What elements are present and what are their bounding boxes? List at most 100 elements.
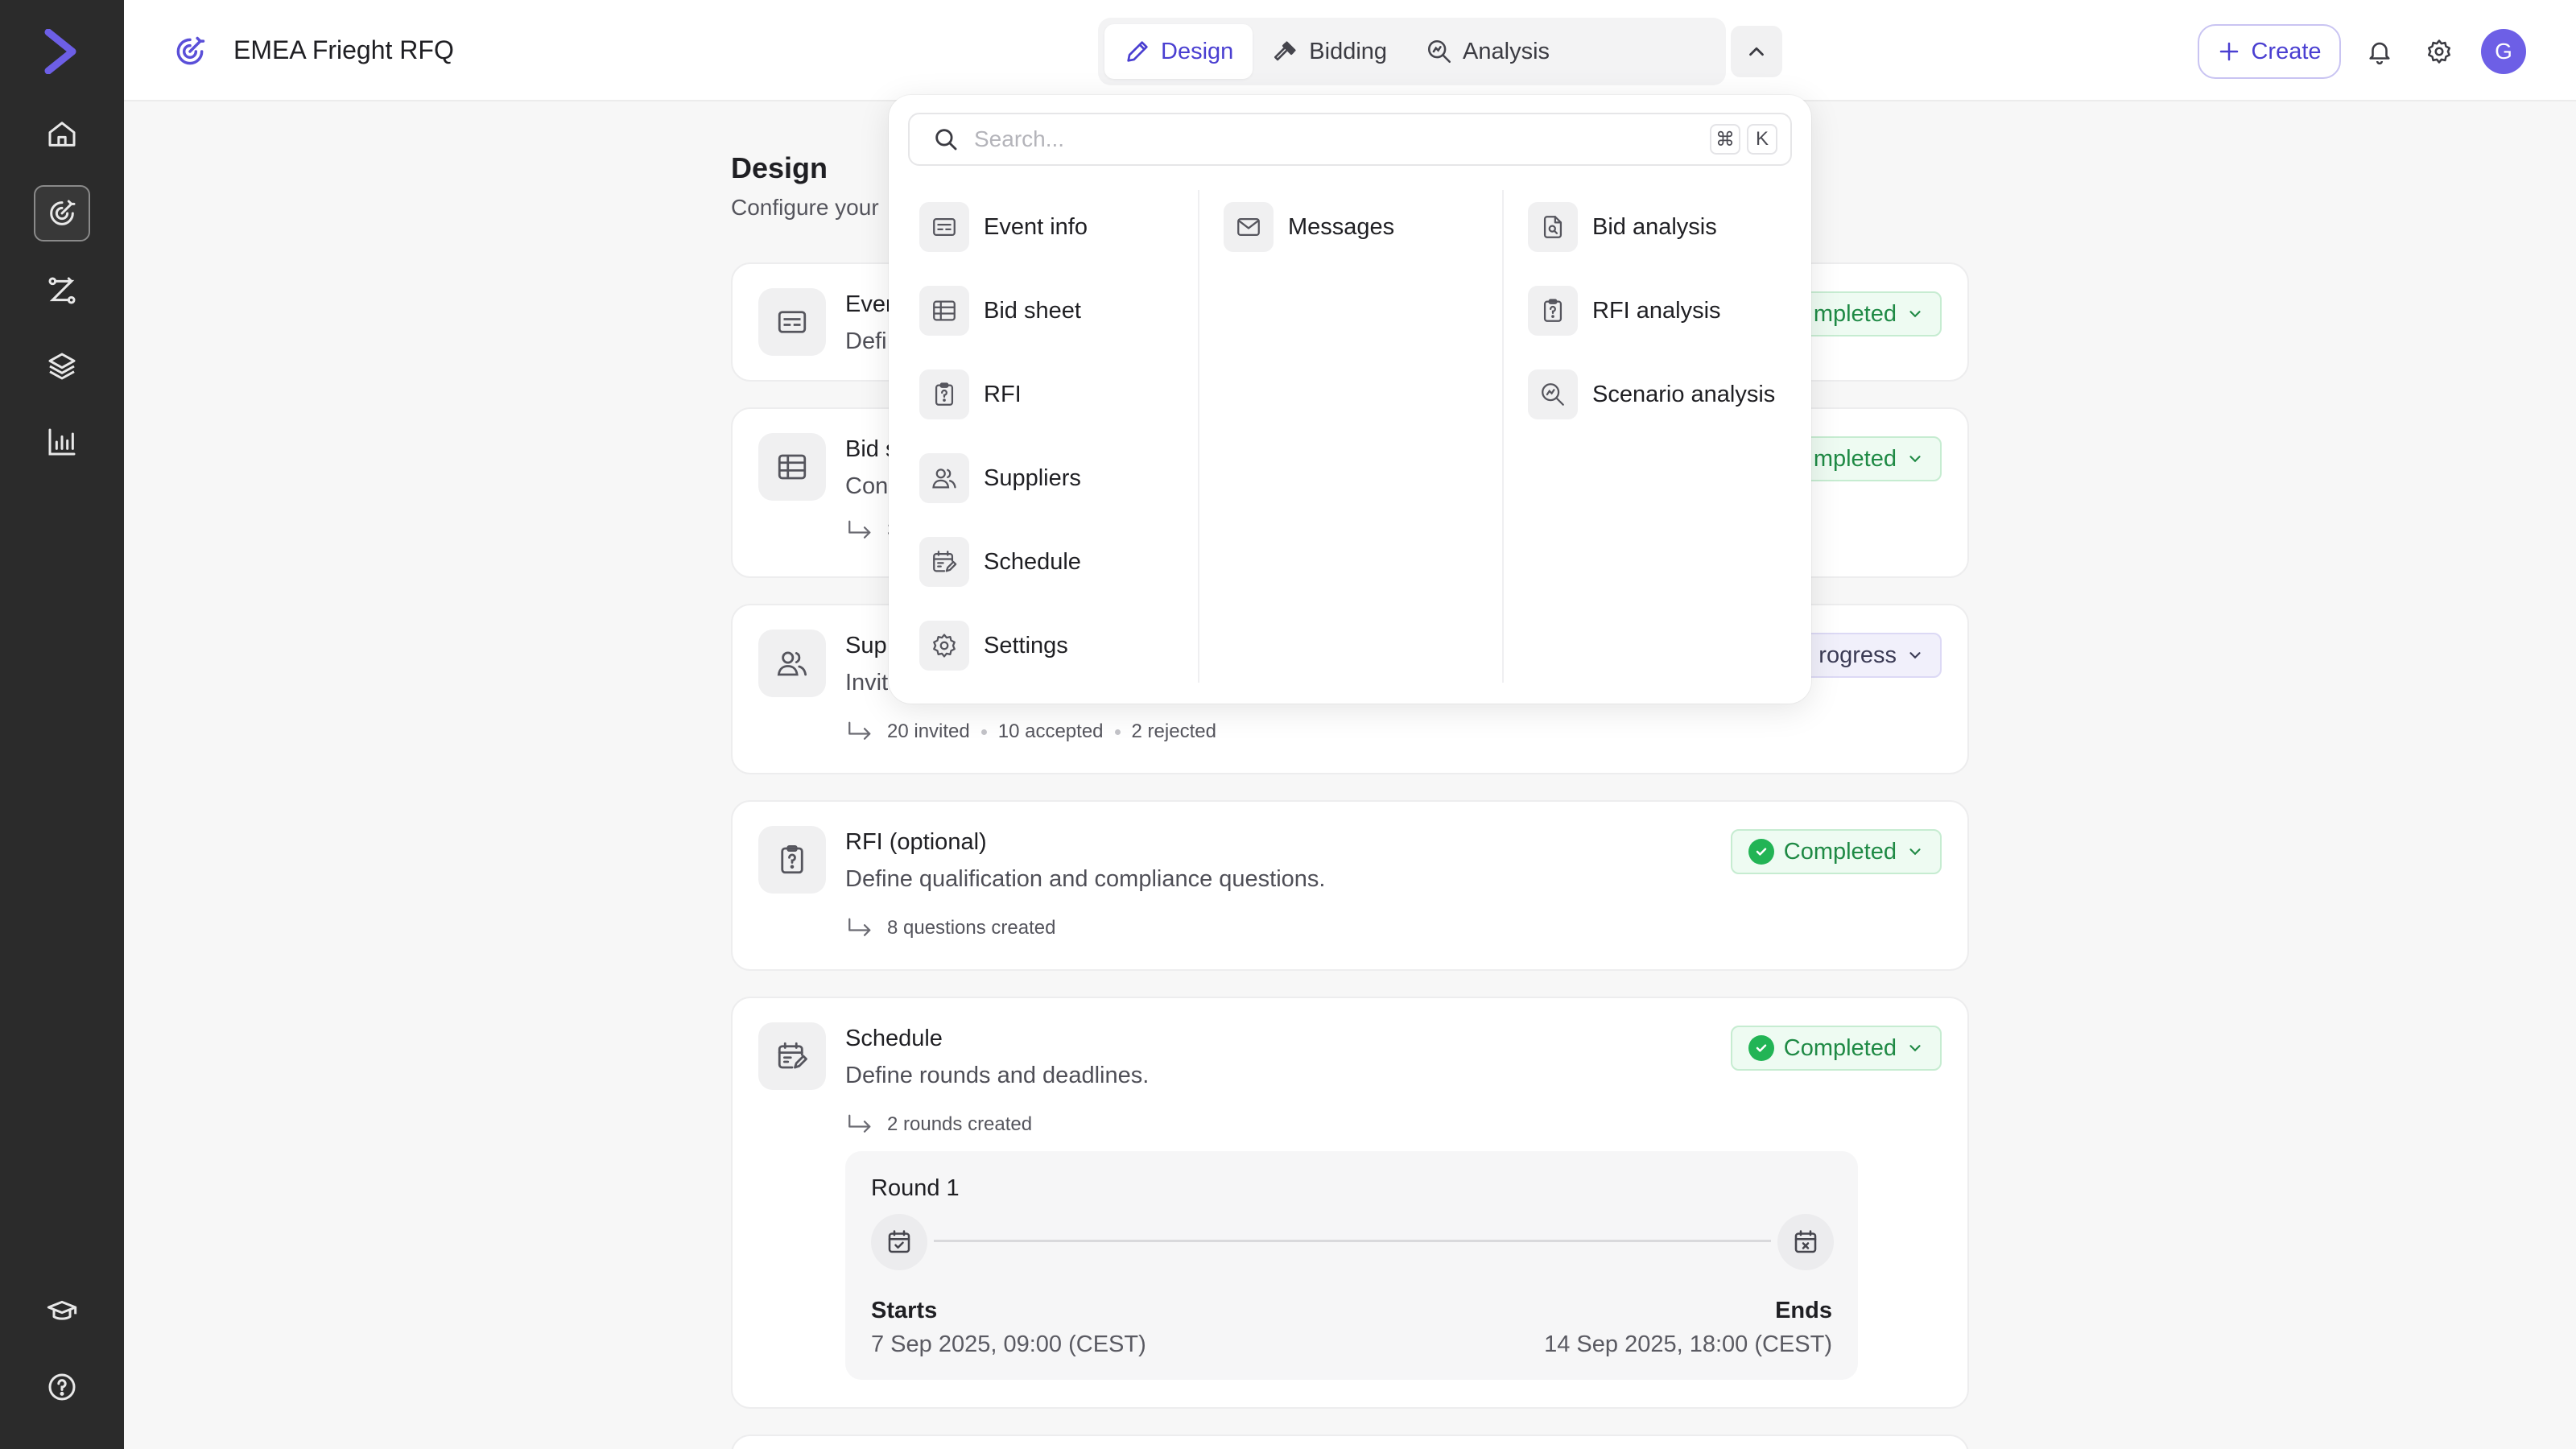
mail-icon (1237, 217, 1260, 237)
card-description: Defi (845, 328, 887, 354)
round-end-node (1777, 1214, 1834, 1270)
meta-text: 8 questions created (887, 917, 1056, 939)
chart-icon (48, 428, 76, 456)
sidebar-item-analytics[interactable] (34, 414, 90, 470)
tab-label: Analysis (1463, 38, 1550, 64)
status-dropdown[interactable]: mpleted (1795, 291, 1942, 336)
sidebar-item-learn[interactable] (34, 1283, 90, 1340)
check-circle-icon (1748, 1035, 1774, 1061)
design-card-rfi[interactable]: RFI (optional) Define qualification and … (731, 800, 1969, 971)
chevron-down-icon (1909, 848, 1921, 856)
sidebar-item-help[interactable] (34, 1359, 90, 1415)
create-button[interactable]: Create (2198, 24, 2341, 79)
tab-bidding[interactable]: Bidding (1253, 24, 1406, 79)
ends-label: Ends (1775, 1298, 1832, 1323)
table-icon (933, 300, 956, 321)
tab-design[interactable]: Design (1104, 24, 1253, 79)
shortcut-key-k: K (1747, 124, 1777, 155)
check-circle-icon (1748, 839, 1774, 865)
menu-item-schedule[interactable]: Schedule (919, 535, 1081, 589)
notifications-button[interactable] (2363, 35, 2396, 68)
menu-item-settings[interactable]: Settings (919, 618, 1068, 673)
design-card-schedule[interactable]: Schedule Define rounds and deadlines. 2 … (731, 997, 1969, 1409)
home-icon (48, 122, 76, 147)
graduation-cap-icon (47, 1300, 77, 1320)
menu-item-bid-analysis[interactable]: Bid analysis (1528, 200, 1717, 254)
column-divider (1198, 190, 1199, 683)
event-target-icon (176, 36, 205, 65)
clipboard-question-icon (935, 382, 954, 406)
menu-item-label: RFI analysis (1592, 297, 1721, 324)
plus-icon (2220, 42, 2239, 61)
status-dropdown[interactable]: rogress (1801, 633, 1942, 678)
meta-text: 2 rounds created (887, 1113, 1033, 1135)
meta-accepted: 10 accepted (997, 720, 1104, 742)
menu-item-bid-sheet[interactable]: Bid sheet (919, 283, 1081, 338)
status-label: mpleted (1813, 300, 1897, 327)
gear-icon (933, 634, 956, 658)
chevron-down-icon (1909, 311, 1921, 318)
users-icon (932, 469, 956, 489)
card-text-icon (778, 311, 807, 333)
search-icon (935, 129, 957, 151)
card-meta: 20 invited 10 accepted 2 rejected (845, 720, 1216, 744)
user-avatar[interactable]: G (2481, 29, 2526, 74)
sidebar-item-events[interactable] (34, 185, 90, 242)
sidebar-item-layers[interactable] (34, 338, 90, 394)
bell-icon (2369, 42, 2390, 65)
status-dropdown[interactable]: Completed (1730, 829, 1942, 874)
layers-icon (48, 353, 76, 380)
menu-item-event-info[interactable]: Event info (919, 200, 1088, 254)
collapse-menu-button[interactable] (1731, 26, 1782, 77)
menu-item-messages[interactable]: Messages (1224, 200, 1394, 254)
menu-item-rfi-analysis[interactable]: RFI analysis (1528, 283, 1721, 338)
chevron-down-icon (1909, 456, 1921, 463)
calendar-edit-icon (933, 551, 957, 572)
gear-icon (2427, 39, 2451, 64)
sidebar-item-workflows[interactable] (34, 262, 90, 319)
starts-label: Starts (871, 1298, 938, 1323)
status-label: Completed (1783, 838, 1897, 865)
menu-item-label: Event info (984, 213, 1088, 240)
settings-button[interactable] (2423, 35, 2455, 68)
meta-invited: 20 invited (887, 720, 970, 742)
search-input[interactable] (974, 126, 1703, 152)
sidebar (0, 0, 124, 1449)
card-description: Con (845, 473, 889, 499)
card-description: Define qualification and compliance ques… (845, 866, 1326, 892)
status-dropdown[interactable]: Completed (1730, 1026, 1942, 1071)
target-icon (50, 200, 76, 225)
chevron-up-icon (1749, 47, 1764, 56)
status-label: mpleted (1813, 445, 1897, 472)
brand-logo-icon[interactable] (42, 29, 82, 74)
calendar-edit-icon (778, 1042, 807, 1069)
card-icon-box (758, 433, 826, 501)
design-card-next[interactable] (731, 1435, 1969, 1449)
menu-item-rfi[interactable]: RFI (919, 367, 1022, 422)
menu-item-suppliers[interactable]: Suppliers (919, 451, 1081, 506)
menu-item-label: Messages (1288, 213, 1395, 240)
calendar-x-icon (1794, 1230, 1817, 1253)
page-title: Design (731, 151, 828, 184)
column-divider (1502, 190, 1504, 683)
tab-analysis[interactable]: Analysis (1406, 24, 1569, 79)
card-icon-box (758, 630, 826, 697)
shortcut-key-cmd: ⌘ (1710, 124, 1740, 155)
file-search-icon (1543, 216, 1563, 238)
route-icon (48, 277, 76, 304)
users-icon (777, 651, 807, 676)
top-header: EMEA Frieght RFQ Design Bidding Analysis… (124, 0, 2576, 101)
chevron-down-icon (1909, 1045, 1921, 1052)
menu-item-scenario-analysis[interactable]: Scenario analysis (1528, 367, 1775, 422)
card-title: Schedule (845, 1026, 943, 1051)
clipboard-question-icon (1543, 299, 1563, 322)
status-label: rogress (1818, 642, 1897, 668)
sidebar-item-home[interactable] (34, 106, 90, 163)
round-start-node (871, 1214, 927, 1270)
zoom-analysis-icon (1542, 383, 1564, 406)
card-icon-box (758, 288, 826, 356)
card-description: Invit (845, 670, 889, 696)
menu-item-label: Bid analysis (1592, 213, 1717, 240)
status-dropdown[interactable]: mpleted (1795, 436, 1942, 481)
card-text-icon (933, 217, 956, 237)
